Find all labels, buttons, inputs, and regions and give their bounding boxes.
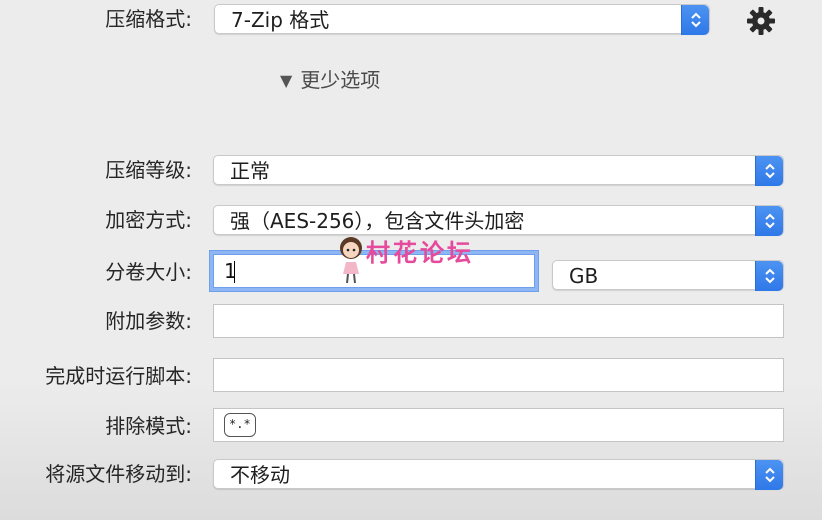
level-value: 正常 [230,159,270,183]
extra-params-label: 附加参数: [105,309,192,333]
fewer-options-label: 更少选项 [300,68,381,92]
post-script-label: 完成时运行脚本: [45,364,192,388]
level-select[interactable]: 正常 [213,155,784,186]
chevron-updown-icon [755,156,783,186]
gear-icon[interactable] [745,5,777,41]
move-to-select[interactable]: 不移动 [213,459,784,490]
encryption-value: 强（AES-256），包含文件头加密 [230,209,525,233]
encryption-label: 加密方式: [105,208,192,232]
watermark-mascot-icon [336,236,366,288]
format-value: 7-Zip 格式 [231,8,330,32]
watermark-text: 村花论坛 [366,239,474,267]
extra-params-input[interactable] [213,304,784,338]
level-label: 压缩等级: [105,158,192,182]
fewer-options-toggle[interactable]: ▼ 更少选项 [280,66,380,95]
chevron-updown-icon [755,206,783,236]
split-unit-select[interactable]: GB [552,260,784,291]
text-caret [234,261,235,283]
format-select[interactable]: 7-Zip 格式 [214,4,710,35]
exclude-pattern-input[interactable]: *.* [213,408,784,442]
chevron-updown-icon [755,261,783,291]
move-to-value: 不移动 [230,463,290,487]
split-unit-value: GB [569,264,599,288]
exclude-label: 排除模式: [105,414,192,438]
chevron-updown-icon [755,460,783,490]
post-script-input[interactable] [213,358,784,392]
move-to-label: 将源文件移动到: [45,462,192,486]
format-label: 压缩格式: [105,7,192,31]
exclude-pattern-token[interactable]: *.* [224,413,256,437]
triangle-down-icon: ▼ [280,71,293,90]
split-label: 分卷大小: [105,260,192,284]
chevron-updown-icon [681,5,709,35]
encryption-select[interactable]: 强（AES-256），包含文件头加密 [213,205,784,236]
